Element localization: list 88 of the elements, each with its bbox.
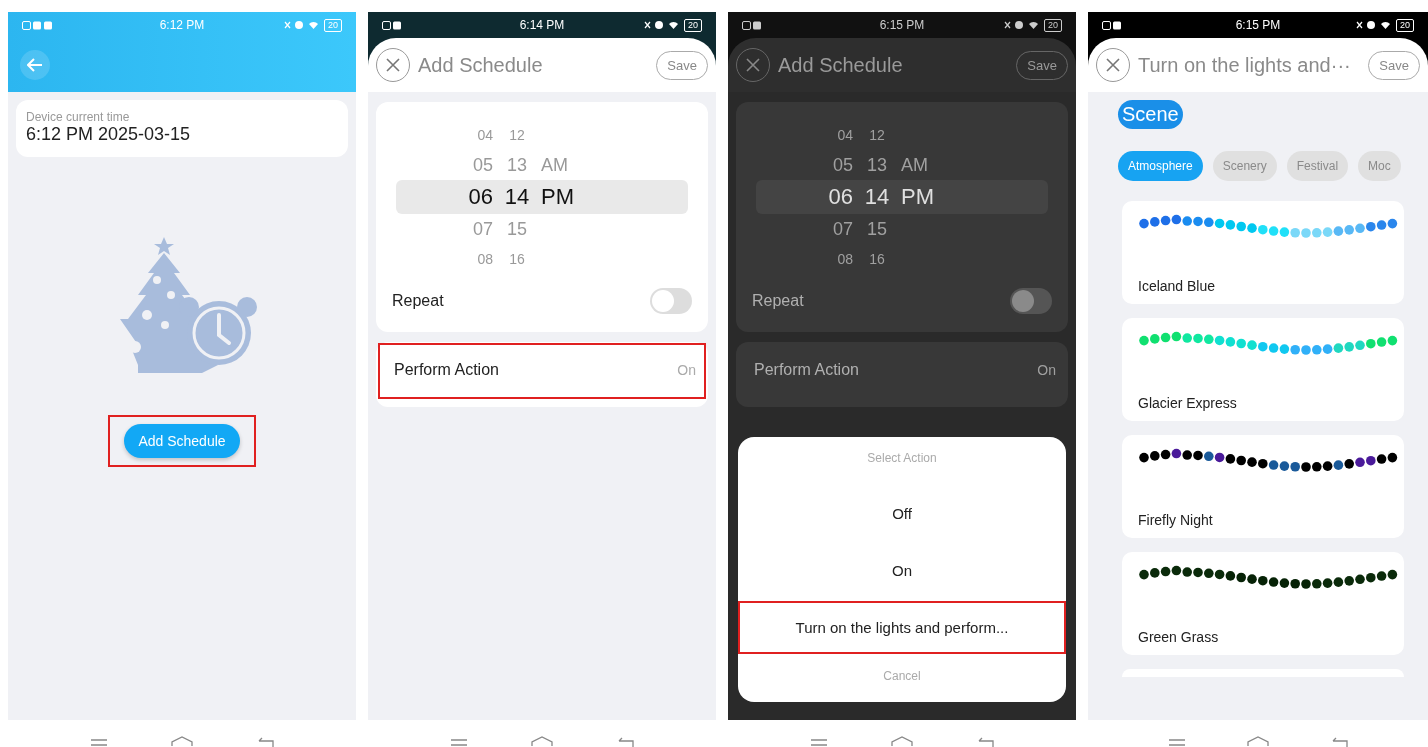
- signal-icons: [1356, 20, 1392, 30]
- device-time-value: 6:12 PM 2025-03-15: [26, 124, 192, 145]
- repeat-label: Repeat: [752, 292, 804, 310]
- minute-option[interactable]: 12: [493, 127, 541, 143]
- section-title: Scene: [1118, 100, 1183, 129]
- scene-card[interactable]: Iceland Blue: [1122, 201, 1404, 304]
- hour-option[interactable]: 04: [396, 127, 493, 143]
- minute-option[interactable]: 13: [493, 154, 541, 176]
- minute-option[interactable]: 14: [853, 184, 901, 210]
- menu-icon[interactable]: [1167, 737, 1188, 747]
- perform-action-row[interactable]: Perform Action On: [378, 343, 706, 399]
- time-picker[interactable]: 04 12 05 13 AM 06 14 PM 07 15 08 16: [736, 102, 1068, 278]
- menu-icon[interactable]: [448, 737, 469, 747]
- minute-option[interactable]: 15: [853, 218, 901, 240]
- hour-option[interactable]: 07: [756, 218, 853, 240]
- clock-time: 6:15 PM: [1235, 18, 1281, 32]
- period-option[interactable]: AM: [541, 154, 591, 176]
- period-option[interactable]: AM: [901, 154, 951, 176]
- battery-level: 20: [684, 18, 702, 32]
- battery-level: 20: [1044, 18, 1062, 32]
- minute-option[interactable]: 14: [493, 184, 541, 210]
- back-arrow-icon: [27, 58, 43, 72]
- scene-name: Glacier Express: [1138, 395, 1238, 411]
- hour-option[interactable]: 05: [396, 154, 493, 176]
- minute-option[interactable]: 15: [493, 218, 541, 240]
- scene-name: Firefly Night: [1138, 512, 1214, 528]
- repeat-label: Repeat: [392, 292, 444, 310]
- scene-card[interactable]: Glacier Express: [1122, 318, 1404, 421]
- category-tab[interactable]: Atmosphere: [1118, 151, 1203, 181]
- home-icon[interactable]: [530, 735, 554, 747]
- home-icon[interactable]: [890, 735, 914, 747]
- perform-action-row[interactable]: Perform Action On: [738, 343, 1066, 399]
- close-icon: [385, 57, 401, 73]
- battery-level: 20: [324, 18, 342, 32]
- perform-action-label: Perform Action: [754, 361, 859, 379]
- notification-icons: [1102, 20, 1121, 30]
- home-icon[interactable]: [1246, 735, 1270, 747]
- hour-option[interactable]: 06: [396, 184, 493, 210]
- action-value: On: [1037, 362, 1056, 378]
- notification-icons: [742, 20, 761, 30]
- notification-icons: [22, 20, 52, 30]
- scene-card[interactable]: Green Grass: [1122, 552, 1404, 655]
- category-tab[interactable]: Moc: [1358, 151, 1401, 181]
- notification-icons: [382, 20, 401, 30]
- scene-card[interactable]: Firefly Night: [1122, 435, 1404, 538]
- action-value: On: [677, 362, 696, 378]
- picker-selection[interactable]: 06 14 PM: [396, 180, 688, 214]
- hour-option[interactable]: 08: [756, 251, 853, 267]
- screen-title: Turn on the lights and···: [1138, 53, 1352, 77]
- category-tab[interactable]: Festival: [1286, 151, 1349, 181]
- close-icon: [745, 57, 761, 73]
- hour-option[interactable]: 08: [396, 251, 493, 267]
- minute-option[interactable]: 16: [493, 251, 541, 267]
- add-schedule-button[interactable]: Add Schedule: [124, 424, 240, 458]
- sheet-title: Select Action: [866, 451, 938, 465]
- clock-time: 6:12 PM: [159, 18, 205, 32]
- home-icon[interactable]: [170, 735, 194, 747]
- clock-time: 6:14 PM: [519, 18, 565, 32]
- repeat-toggle[interactable]: [1010, 288, 1052, 314]
- hour-option[interactable]: 04: [756, 127, 853, 143]
- hour-option[interactable]: 05: [756, 154, 853, 176]
- hour-option[interactable]: 06: [756, 184, 853, 210]
- minute-option[interactable]: 16: [853, 251, 901, 267]
- signal-icons: [284, 20, 320, 30]
- hour-option[interactable]: 07: [396, 218, 493, 240]
- minute-option[interactable]: 13: [853, 154, 901, 176]
- clock-time: 6:15 PM: [879, 18, 925, 32]
- scene-name: Iceland Blue: [1138, 278, 1217, 294]
- screen-title: Add Schedule: [418, 53, 544, 77]
- perform-action-label: Perform Action: [394, 361, 499, 379]
- repeat-toggle[interactable]: [650, 288, 692, 314]
- menu-icon[interactable]: [88, 737, 109, 747]
- minute-option[interactable]: 12: [853, 127, 901, 143]
- time-picker[interactable]: 04 12 05 13 AM 06 14 PM 07 15 08 16: [376, 102, 708, 278]
- period-option[interactable]: PM: [901, 184, 951, 210]
- action-option[interactable]: Turn on the lights and perform...: [738, 601, 1066, 654]
- back-button[interactable]: [20, 50, 50, 80]
- period-option[interactable]: PM: [541, 184, 591, 210]
- signal-icons: [644, 20, 680, 30]
- screen-title: Add Schedule: [778, 53, 904, 77]
- menu-icon[interactable]: [808, 737, 829, 747]
- category-tab[interactable]: Scenery: [1212, 151, 1277, 181]
- signal-icons: [1004, 20, 1040, 30]
- battery-level: 20: [1396, 18, 1414, 32]
- scene-name: Green Grass: [1138, 629, 1220, 645]
- picker-selection[interactable]: 06 14 PM: [756, 180, 1048, 214]
- close-icon: [1105, 57, 1121, 73]
- device-time-label: Device current time: [26, 110, 131, 124]
